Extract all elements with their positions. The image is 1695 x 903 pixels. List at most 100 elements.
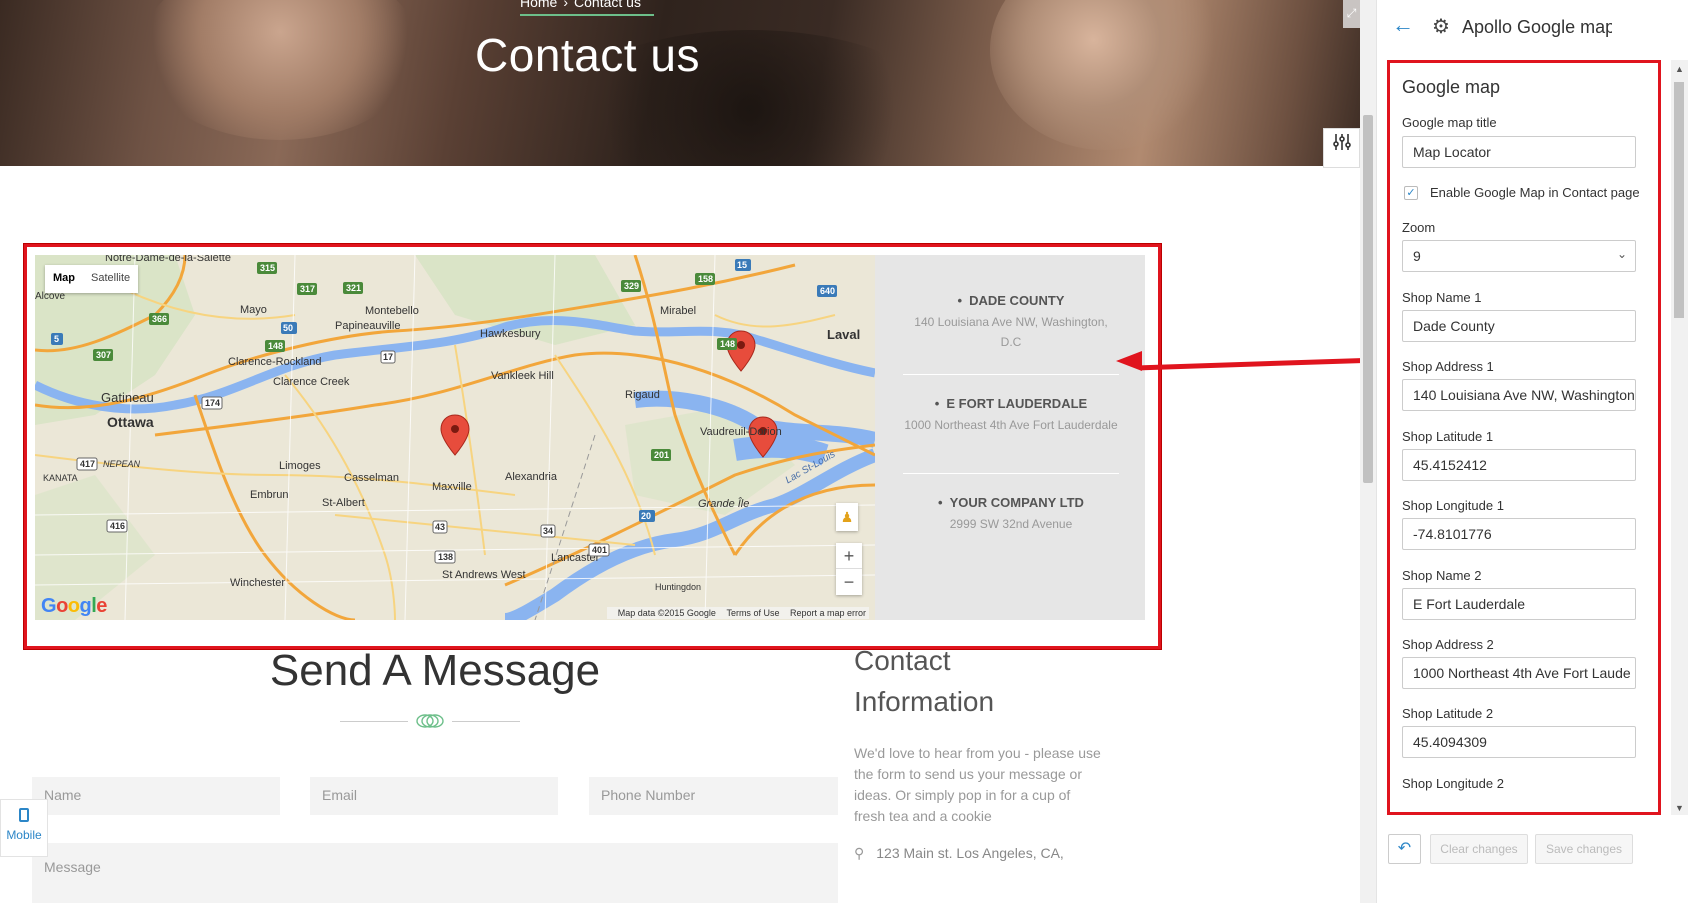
map-place-label: Huntingdon bbox=[655, 582, 701, 592]
map-place-label: Hawkesbury bbox=[480, 328, 541, 340]
enable-map-checkbox[interactable]: ✓ Enable Google Map in Contact page bbox=[1404, 185, 1640, 200]
road-shield-label: 321 bbox=[346, 283, 361, 293]
page-title: Contact us bbox=[475, 29, 700, 81]
road-shield-label: 148 bbox=[268, 341, 283, 351]
map-place-label: Clarence Creek bbox=[273, 376, 350, 388]
map-place-label: St Andrews West bbox=[442, 569, 526, 581]
zoom-out-button[interactable]: − bbox=[836, 569, 862, 595]
sidebar-title: Apollo Google map bbox=[1462, 17, 1612, 37]
map-place-label: Vaudreuil-Dorion bbox=[700, 426, 782, 438]
zoom-in-button[interactable]: + bbox=[836, 543, 862, 569]
map-place-label: Ottawa bbox=[107, 414, 154, 430]
customizer-sidebar: ← ⚙ Apollo Google map Google map Google … bbox=[1376, 0, 1695, 903]
road-shield-label: 148 bbox=[720, 339, 735, 349]
report-error-link[interactable]: Report a map error bbox=[790, 608, 866, 618]
road-shield-label: 317 bbox=[300, 284, 315, 294]
undo-icon: ↶ bbox=[1397, 840, 1412, 857]
road-shield-label: 5 bbox=[54, 334, 59, 344]
preview-scrollbar[interactable] bbox=[1360, 0, 1376, 903]
scroll-up-icon[interactable]: ▲ bbox=[1675, 64, 1684, 74]
sidebar-scrollbar[interactable]: ▲ ▼ bbox=[1671, 60, 1688, 815]
divider-ornament bbox=[340, 714, 520, 728]
scroll-down-icon[interactable]: ▼ bbox=[1675, 803, 1684, 813]
mobile-icon bbox=[19, 808, 29, 822]
map-place-label: Limoges bbox=[279, 460, 321, 472]
shop-address-1-label: Shop Address 1 bbox=[1402, 359, 1494, 374]
map-place-label: Papineauville bbox=[335, 320, 400, 332]
breadcrumb: Home › Contact us bbox=[520, 0, 654, 16]
breadcrumb-home[interactable]: Home bbox=[520, 0, 557, 10]
shop-name-2-label: Shop Name 2 bbox=[1402, 568, 1482, 583]
shop-name-1-input[interactable]: Dade County bbox=[1402, 310, 1636, 342]
save-changes-button[interactable]: Save changes bbox=[1535, 834, 1633, 864]
map-title-input[interactable]: Map Locator bbox=[1402, 136, 1636, 168]
shop-list: DADE COUNTY 140 Louisiana Ave NW, Washin… bbox=[875, 255, 1145, 620]
map-place-label: Montebello bbox=[365, 305, 419, 317]
shop-name: DADE COUNTY bbox=[903, 293, 1119, 308]
map-place-label: NEPEAN bbox=[103, 459, 141, 469]
name-input[interactable]: Name bbox=[32, 777, 280, 815]
contact-info-title: Contact Information bbox=[854, 645, 995, 717]
mobile-label: Mobile bbox=[6, 828, 42, 842]
contact-address: ⚲ 123 Main st. Los Angeles, CA, bbox=[854, 845, 1064, 861]
pegman-icon[interactable]: ♟ bbox=[836, 503, 858, 531]
road-shield-label: 366 bbox=[152, 314, 167, 324]
road-shield-label: 15 bbox=[737, 260, 747, 270]
mobile-preview-button[interactable]: Mobile bbox=[0, 799, 48, 857]
clear-changes-button[interactable]: Clear changes bbox=[1430, 834, 1528, 864]
shop-address-2-input[interactable]: 1000 Northeast 4th Ave Fort Laude bbox=[1402, 657, 1636, 689]
shop-address: 1000 Northeast 4th Ave Fort Lauderdale bbox=[904, 418, 1118, 432]
zoom-select[interactable]: 9 ⌄ bbox=[1402, 240, 1636, 272]
shop-name-1-label: Shop Name 1 bbox=[1402, 290, 1482, 305]
section-title: Google map bbox=[1402, 77, 1501, 97]
shop-latitude-2-label: Shop Latitude 2 bbox=[1402, 706, 1494, 721]
breadcrumb-separator: › bbox=[563, 0, 569, 10]
map-type-toggle[interactable]: Map Satellite bbox=[45, 265, 139, 293]
map-place-label: Maxville bbox=[432, 481, 472, 493]
annotation-arrow bbox=[1140, 358, 1360, 371]
road-shield-label: 34 bbox=[543, 526, 553, 536]
terms-link[interactable]: Terms of Use bbox=[726, 608, 779, 618]
map-type-satellite-button[interactable]: Satellite bbox=[83, 265, 138, 293]
shop-address-1-input[interactable]: 140 Louisiana Ave NW, Washington bbox=[1402, 379, 1636, 411]
road-shield-label: 307 bbox=[96, 350, 111, 360]
map-place-label: KANATA bbox=[43, 473, 78, 483]
undo-button[interactable]: ↶ bbox=[1388, 834, 1421, 864]
shop-longitude-1-label: Shop Longitude 1 bbox=[1402, 498, 1504, 513]
shop-longitude-1-input[interactable]: -74.8101776 bbox=[1402, 518, 1636, 550]
google-map-block: Notre-Dame-de-la-Salette Mayo Montebello… bbox=[24, 244, 1161, 649]
road-shield-label: 174 bbox=[205, 398, 220, 408]
location-pin-icon: ⚲ bbox=[854, 845, 865, 861]
map-attribution: Map data ©2015 Google Terms of Use Repor… bbox=[606, 607, 869, 619]
road-shield-label: 417 bbox=[80, 459, 95, 469]
road-shield-label: 20 bbox=[641, 511, 651, 521]
message-textarea[interactable]: Message bbox=[32, 843, 838, 903]
customize-icon[interactable] bbox=[1323, 128, 1360, 168]
shop-latitude-2-input[interactable]: 45.4094309 bbox=[1402, 726, 1636, 758]
shop-item: E FORT LAUDERDALE 1000 Northeast 4th Ave… bbox=[903, 396, 1119, 435]
map-type-map-button[interactable]: Map bbox=[45, 265, 83, 293]
road-shield-label: 315 bbox=[260, 263, 275, 273]
sidebar-header: ← ⚙ Apollo Google map bbox=[1377, 0, 1695, 56]
back-arrow-icon[interactable]: ← bbox=[1392, 12, 1414, 38]
road-shield-label: 50 bbox=[283, 323, 293, 333]
checkbox-checked-icon[interactable]: ✓ bbox=[1404, 185, 1418, 200]
shop-latitude-1-label: Shop Latitude 1 bbox=[1402, 429, 1494, 444]
shop-name-2-input[interactable]: E Fort Lauderdale bbox=[1402, 588, 1636, 620]
map-place-label: Casselman bbox=[344, 472, 399, 484]
map-place-label: Grande Île bbox=[698, 497, 749, 510]
phone-input[interactable]: Phone Number bbox=[589, 777, 838, 815]
email-input[interactable]: Email bbox=[310, 777, 558, 815]
annotation-arrow-head bbox=[1116, 351, 1142, 371]
shop-latitude-1-input[interactable]: 45.4152412 bbox=[1402, 449, 1636, 481]
map-place-label: Alexandria bbox=[505, 471, 558, 483]
shop-longitude-2-label: Shop Longitude 2 bbox=[1402, 776, 1504, 791]
shop-address-2-label: Shop Address 2 bbox=[1402, 637, 1494, 652]
shop-address: 2999 SW 32nd Avenue bbox=[949, 517, 1073, 531]
expand-icon[interactable]: ⤢ bbox=[1343, 0, 1360, 28]
google-map[interactable]: Notre-Dame-de-la-Salette Mayo Montebello… bbox=[35, 255, 875, 620]
map-place-label: Rigaud bbox=[625, 389, 660, 401]
map-title-label: Google map title bbox=[1402, 115, 1497, 130]
hero-banner: Home › Contact us Contact us bbox=[0, 0, 1360, 166]
shop-item: DADE COUNTY 140 Louisiana Ave NW, Washin… bbox=[903, 293, 1119, 352]
